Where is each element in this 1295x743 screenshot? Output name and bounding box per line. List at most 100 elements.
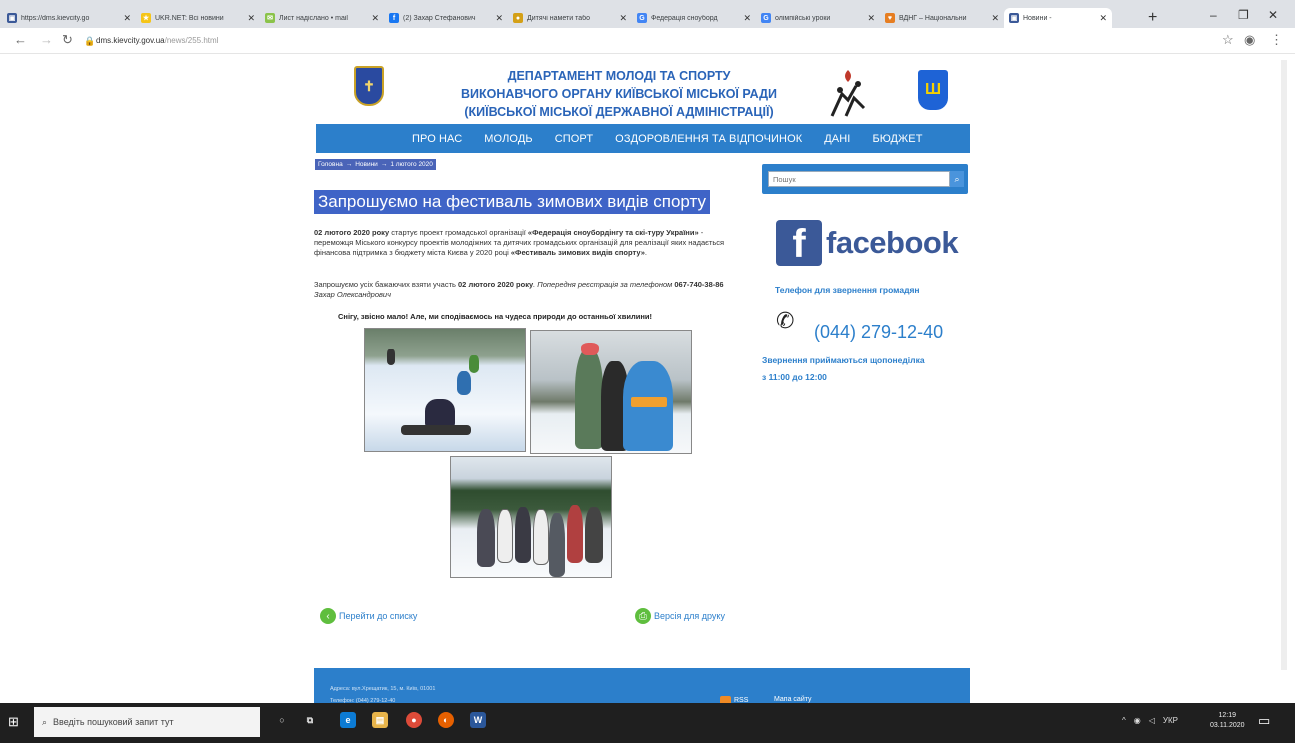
maximize-button[interactable]: ❐ [1238, 8, 1249, 22]
tab-close-icon[interactable]: ✕ [495, 13, 503, 24]
photo-group-skiers[interactable] [450, 456, 612, 578]
breadcrumb-separator: → [345, 161, 353, 168]
url-path: /news/255.html [164, 36, 219, 45]
breadcrumb-separator: → [380, 161, 388, 168]
tab-favicon-icon: ★ [141, 13, 151, 23]
breadcrumb-current: 1 лютого 2020 [390, 161, 433, 168]
tab-favicon-icon: G [637, 13, 647, 23]
breadcrumb-home[interactable]: Головна [318, 161, 343, 168]
search-icon: ⌕ [42, 716, 48, 727]
taskbar-search-text: Введіть пошуковий запит тут [53, 717, 174, 727]
search-input[interactable] [768, 171, 950, 187]
network-icon[interactable]: ◉ [1134, 716, 1141, 725]
p1-org: «Федерація сноубордінгу та скі-туру Укра… [527, 228, 699, 237]
nav-budget[interactable]: БЮДЖЕТ [872, 133, 922, 145]
hours-line-1: Звернення приймаються щопонеділка [762, 355, 925, 365]
minimize-button[interactable]: – [1210, 8, 1217, 22]
browser-tab[interactable]: ♥ ВДНГ – Національни ✕ [880, 8, 1004, 28]
reload-icon[interactable]: ↻ [62, 32, 73, 48]
kyiv-coat-of-arms-icon: ✝ [354, 66, 384, 106]
close-window-button[interactable]: ✕ [1268, 8, 1278, 22]
address-bar[interactable]: dms.kievcity.gov.ua/news/255.html [96, 36, 218, 45]
word-icon[interactable]: W [470, 712, 486, 728]
browser-tabstrip: ▣ https://dms.kievcity.go ✕ ★ UKR.NET: Всі н… [0, 0, 1295, 28]
tab-favicon-icon: G [761, 13, 771, 23]
clock-date: 03.11.2020 [1210, 722, 1245, 729]
browser-tab[interactable]: G Федерація сноуборд ✕ [632, 8, 756, 28]
volume-icon[interactable]: ◁ [1149, 716, 1155, 725]
facebook-wordmark: facebook [826, 225, 959, 260]
profile-icon[interactable]: ◉ [1244, 32, 1255, 48]
phone-label: Телефон для звернення громадян [775, 285, 920, 295]
back-icon[interactable]: ← [14, 32, 27, 47]
tab-close-icon[interactable]: ✕ [619, 13, 627, 24]
tab-favicon-icon: ● [513, 13, 523, 23]
article-paragraph-3: Снігу, звісно мало! Але, ми сподіваємось… [338, 312, 652, 321]
tab-close-icon[interactable]: ✕ [247, 13, 255, 24]
browser-tab[interactable]: ✉ Лист надіслано • mail ✕ [260, 8, 384, 28]
tab-close-icon[interactable]: ✕ [743, 13, 751, 24]
tab-title: олімпійські уроки [775, 14, 831, 22]
nav-data[interactable]: ДАНІ [824, 133, 850, 145]
browser-tab[interactable]: ★ UKR.NET: Всі новини ✕ [136, 8, 260, 28]
breadcrumb: Головна → Новини → 1 лютого 2020 [315, 159, 436, 170]
browser-tab[interactable]: ▣ Новини - ✕ [1004, 8, 1112, 28]
tab-close-icon[interactable]: ✕ [123, 13, 131, 24]
tab-title: ВДНГ – Національни [899, 14, 967, 22]
tab-close-icon[interactable]: ✕ [371, 13, 379, 24]
tab-close-icon[interactable]: ✕ [1099, 13, 1107, 24]
browser-tab[interactable]: Gолімпійські уроки ✕ [756, 8, 880, 28]
browser-tab[interactable]: ● Дитячі намети табо ✕ [508, 8, 632, 28]
department-title: ДЕПАРТАМЕНТ МОЛОДІ ТА СПОРТУ ВИКОНАВЧОГО… [404, 67, 834, 121]
edge-icon[interactable]: e [340, 712, 356, 728]
notifications-icon[interactable]: ▭ [1258, 713, 1270, 729]
cortana-icon[interactable]: ○ [274, 712, 290, 728]
back-to-list-label: Перейти до списку [339, 611, 418, 621]
language-indicator[interactable]: УКР [1163, 716, 1178, 725]
tab-title: UKR.NET: Всі новини [155, 14, 224, 22]
facebook-banner[interactable]: f facebook [776, 220, 959, 266]
nav-recreation[interactable]: ОЗДОРОВЛЕННЯ ТА ВІДПОЧИНОК [615, 133, 802, 145]
browser-tab[interactable]: f (2) Захар Стефанович ✕ [384, 8, 508, 28]
p1-text: стартує проект громадської організації [389, 228, 528, 237]
photo-sledding[interactable] [364, 328, 526, 452]
nav-youth[interactable]: МОЛОДЬ [484, 133, 532, 145]
task-view-icon[interactable]: ⧉ [302, 712, 318, 728]
firefox-icon[interactable]: ◐ [438, 712, 454, 728]
back-to-list-link[interactable]: ‹ Перейти до списку [320, 608, 417, 624]
footer-address-line: Адреса: вул.Хрещатик, 15, м. Київ, 01001 [330, 686, 436, 692]
tab-favicon-icon: ✉ [265, 13, 275, 23]
nav-about[interactable]: ПРО НАС [412, 133, 462, 145]
windows-start-icon[interactable]: ⊞ [8, 714, 24, 730]
phone-number[interactable]: (044) 279-12-40 [814, 322, 943, 343]
file-explorer-icon[interactable]: ▤ [372, 712, 388, 728]
menu-icon[interactable]: ⋮ [1270, 32, 1283, 48]
p2-registration: . Попередня реєстрація за телефоном [533, 280, 675, 289]
search-icon[interactable]: ⌕ [950, 171, 964, 187]
arrow-left-icon: ‹ [320, 608, 336, 624]
breadcrumb-news[interactable]: Новини [355, 161, 378, 168]
forward-icon[interactable]: → [40, 32, 53, 47]
clock-time: 12:19 [1218, 712, 1237, 719]
p2-date: 02 лютого 2020 року [458, 280, 534, 289]
p2-text: Запрошуємо усіх бажаючих взяти участь [314, 280, 459, 289]
p1-end: . [644, 248, 647, 257]
reception-hours: Звернення приймаються щопонеділка з 11:0… [762, 352, 972, 386]
bookmark-star-icon[interactable]: ☆ [1222, 32, 1234, 48]
photo-kids-portrait[interactable] [530, 330, 692, 454]
taskbar-search[interactable]: ⌕ Введіть пошуковий запит тут [34, 707, 260, 737]
chrome-icon[interactable]: ● [406, 712, 422, 728]
nav-sport[interactable]: СПОРТ [555, 133, 593, 145]
tab-close-icon[interactable]: ✕ [867, 13, 875, 24]
title-line-1: ДЕПАРТАМЕНТ МОЛОДІ ТА СПОРТУ [507, 69, 731, 83]
browser-tab[interactable]: ▣ https://dms.kievcity.go ✕ [2, 8, 136, 28]
new-tab-button[interactable]: + [1148, 9, 1157, 27]
print-version-link[interactable]: ⎙ Версія для друку [635, 608, 725, 624]
tab-close-icon[interactable]: ✕ [991, 13, 999, 24]
taskbar-clock[interactable]: 12:19 03.11.2020 [1210, 711, 1245, 731]
tray-arrow-icon[interactable]: ^ [1122, 716, 1126, 725]
footer-address: Адреса: вул.Хрещатик, 15, м. Київ, 01001… [330, 686, 435, 704]
main-nav: ПРО НАС МОЛОДЬ СПОРТ ОЗДОРОВЛЕННЯ ТА ВІД… [316, 124, 970, 153]
page-scrollbar[interactable] [1281, 60, 1287, 670]
sitemap-link[interactable]: Мапа сайту [774, 696, 812, 703]
